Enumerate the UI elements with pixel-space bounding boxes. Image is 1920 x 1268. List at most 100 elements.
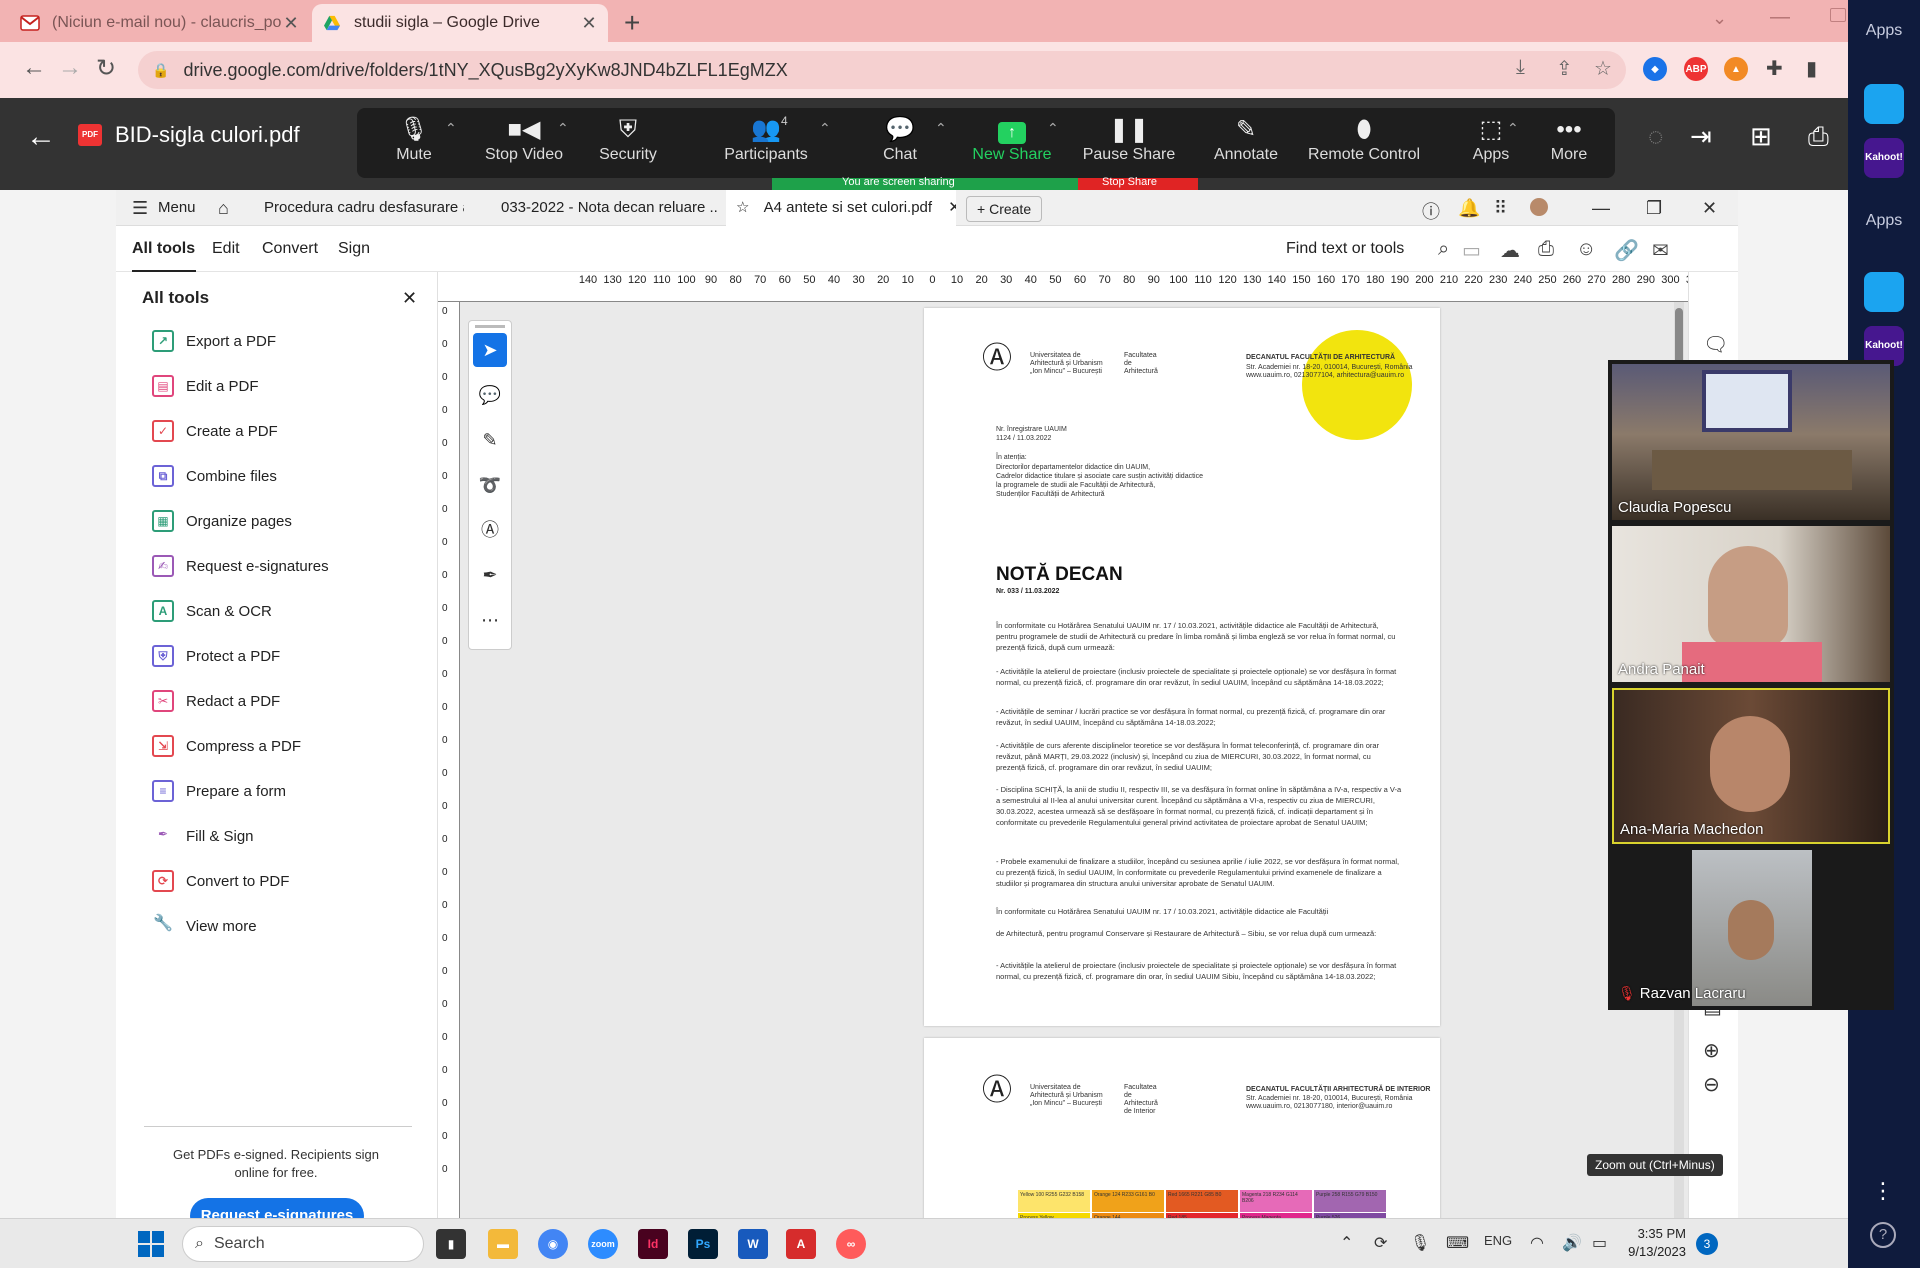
- participants-button[interactable]: 👥 Participants: [703, 114, 829, 164]
- add-comment-icon[interactable]: 💬: [473, 378, 507, 412]
- add-text-icon[interactable]: Ⓐ: [473, 513, 507, 547]
- notifications-bell-icon[interactable]: 🔔: [1458, 198, 1480, 219]
- security-button[interactable]: ⛨ Security: [573, 114, 683, 164]
- highlight-pen-icon[interactable]: ✎: [473, 423, 507, 457]
- mail-icon[interactable]: ✉: [1652, 238, 1669, 263]
- video-tile-ana-maria-machedon[interactable]: Ana-Maria Machedon: [1612, 688, 1890, 844]
- window-maximize-icon[interactable]: [1830, 8, 1846, 22]
- help-icon[interactable]: ?: [1870, 1222, 1896, 1248]
- chevron-up-icon[interactable]: ⌃: [819, 120, 831, 137]
- photoshop-icon[interactable]: Ps: [688, 1229, 718, 1259]
- chrome-icon[interactable]: ◉: [538, 1229, 568, 1259]
- windows-start-icon[interactable]: [138, 1231, 164, 1257]
- add-comment-icon[interactable]: ⊞: [1750, 121, 1772, 152]
- tool-organize-pages[interactable]: ▦ Organize pages: [152, 506, 292, 536]
- more-vertical-icon[interactable]: ⋮: [1872, 1178, 1894, 1204]
- sign-pen-icon[interactable]: ✒: [473, 558, 507, 592]
- tool-prepare-form[interactable]: ≡ Prepare a form: [152, 776, 286, 806]
- save-icon[interactable]: ▭: [1462, 238, 1481, 263]
- forward-arrow-icon[interactable]: →: [58, 54, 82, 82]
- zoom-in-icon[interactable]: ⊕: [1703, 1038, 1720, 1063]
- back-arrow-icon[interactable]: ←: [22, 54, 46, 82]
- tab-procedura[interactable]: Procedura cadru desfasurare ac...: [264, 190, 464, 226]
- chevron-up-icon[interactable]: ⌃: [557, 120, 569, 137]
- document-view[interactable]: 140 130 120 110 100 90 80 70 60 50 40 30 20 10 0 10 20 30…: [438, 272, 1688, 1218]
- hamburger-menu-icon[interactable]: ☰: [132, 198, 148, 219]
- tab-a4-antete[interactable]: ☆ A4 antete si set culori.pdf ✕: [726, 190, 956, 226]
- help-icon[interactable]: ⓘ: [1422, 198, 1440, 224]
- chevron-up-icon[interactable]: ⌃: [935, 120, 947, 137]
- indesign-icon[interactable]: Id: [638, 1229, 668, 1259]
- volume-icon[interactable]: 🔊: [1562, 1233, 1582, 1253]
- pear-deck-app-icon[interactable]: [1864, 272, 1904, 312]
- microphone-icon[interactable]: 🎙: [1410, 1233, 1430, 1253]
- reload-icon[interactable]: ↻: [96, 54, 116, 83]
- acrobat-icon[interactable]: A: [786, 1229, 816, 1259]
- annotate-button[interactable]: ✎ Annotate: [1191, 114, 1301, 164]
- video-tile-andra-panait[interactable]: Andra Panait: [1612, 526, 1890, 682]
- extensions-puzzle-icon[interactable]: ✚: [1766, 56, 1783, 81]
- share-user-icon[interactable]: ☺: [1576, 238, 1596, 261]
- window-restore-icon[interactable]: ❐: [1646, 198, 1662, 219]
- zoom-app-icon[interactable]: zoom: [588, 1229, 618, 1259]
- notifications-badge[interactable]: 3: [1696, 1233, 1718, 1255]
- side-panel-icon[interactable]: ▮: [1806, 56, 1817, 81]
- browser-tab-drive[interactable]: studii sigla – Google Drive ✕: [312, 4, 608, 42]
- menu-edit[interactable]: Edit: [212, 240, 240, 258]
- task-view-icon[interactable]: ▮: [436, 1229, 466, 1259]
- window-minimize-icon[interactable]: —: [1592, 198, 1610, 219]
- tool-fill-sign[interactable]: ✒ Fill & Sign: [152, 821, 254, 851]
- stop-share-button[interactable]: Stop Share: [1078, 176, 1198, 190]
- select-cursor-icon[interactable]: ➤: [473, 333, 507, 367]
- close-tab-icon[interactable]: ✕: [282, 13, 300, 34]
- menu-convert[interactable]: Convert: [262, 240, 318, 258]
- window-close-icon[interactable]: ✕: [1702, 198, 1717, 219]
- home-icon[interactable]: ⌂: [218, 198, 229, 219]
- draw-freehand-icon[interactable]: ➰: [473, 468, 507, 502]
- tool-export-pdf[interactable]: ↗ Export a PDF: [152, 326, 276, 356]
- comment-icon[interactable]: 🗨: [1703, 332, 1728, 357]
- zoom-out-icon[interactable]: ⊖: [1703, 1072, 1720, 1097]
- tab-search-chevron-icon[interactable]: ⌄: [1712, 8, 1727, 29]
- tab-nota-decan[interactable]: 033-2022 - Nota decan reluare ...: [501, 190, 719, 226]
- drag-handle[interactable]: [475, 325, 505, 328]
- chevron-up-icon[interactable]: ⌃: [1340, 1233, 1353, 1253]
- tool-edit-pdf[interactable]: ▤ Edit a PDF: [152, 371, 259, 401]
- extension-shield-icon[interactable]: ◆: [1643, 57, 1667, 81]
- taskbar-search[interactable]: ⌕ Search: [182, 1226, 424, 1262]
- chevron-up-icon[interactable]: ⌃: [445, 120, 457, 137]
- tool-compress-pdf[interactable]: ⇲ Compress a PDF: [152, 731, 301, 761]
- apps-grid-icon[interactable]: ⠿: [1494, 198, 1507, 219]
- search-icon[interactable]: ⌕: [1438, 238, 1449, 261]
- close-tab-icon[interactable]: ✕: [580, 13, 598, 34]
- menu-button[interactable]: Menu: [158, 190, 208, 226]
- install-app-icon[interactable]: ⤓: [1516, 56, 1525, 79]
- metamask-fox-icon[interactable]: ▲: [1724, 57, 1748, 81]
- adblock-icon[interactable]: ABP: [1684, 57, 1708, 81]
- bookmark-star-icon[interactable]: ☆: [1594, 56, 1612, 81]
- remote-control-button[interactable]: ⬮ Remote Control: [1289, 114, 1439, 164]
- share-icon[interactable]: ⇪: [1556, 56, 1573, 81]
- print-icon[interactable]: ⎙: [1538, 238, 1554, 261]
- tool-combine-files[interactable]: ⧉ Combine files: [152, 461, 277, 491]
- window-minimize-icon[interactable]: —: [1770, 6, 1790, 29]
- new-tab-icon[interactable]: +: [624, 7, 640, 39]
- tool-convert-to-pdf[interactable]: ⟳ Convert to PDF: [152, 866, 289, 896]
- language-indicator[interactable]: ENG: [1484, 1233, 1512, 1248]
- close-icon[interactable]: ✕: [402, 288, 417, 309]
- wifi-icon[interactable]: ◠: [1530, 1233, 1544, 1253]
- print-icon[interactable]: ⎙: [1808, 121, 1829, 153]
- video-tile-razvan-lacraru[interactable]: 🎙 Razvan Lacraru: [1612, 850, 1890, 1006]
- keyboard-icon[interactable]: ⌨: [1446, 1233, 1469, 1253]
- tool-request-esignatures[interactable]: ✍ Request e-signatures: [152, 551, 329, 581]
- battery-icon[interactable]: ▭: [1592, 1233, 1607, 1253]
- back-arrow-icon[interactable]: ←: [26, 120, 56, 154]
- upload-cloud-icon[interactable]: ☁: [1500, 238, 1520, 263]
- creative-cloud-icon[interactable]: ∞: [836, 1229, 866, 1259]
- sync-icon[interactable]: ◌: [1648, 121, 1663, 152]
- avatar[interactable]: [1530, 198, 1548, 216]
- find-text-or-tools[interactable]: Find text or tools: [1286, 240, 1404, 258]
- move-to-folder-icon[interactable]: ⇥: [1690, 121, 1712, 152]
- tool-create-pdf[interactable]: ✓ Create a PDF: [152, 416, 278, 446]
- chevron-up-icon[interactable]: ⌃: [1047, 120, 1059, 137]
